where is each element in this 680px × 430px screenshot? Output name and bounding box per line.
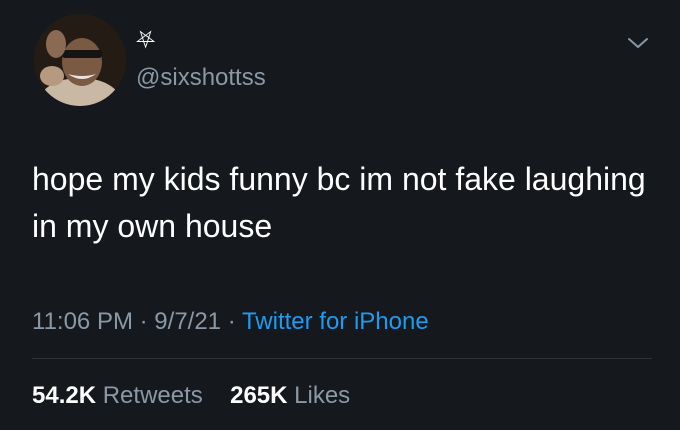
retweets-label: Retweets [102,382,203,409]
user-handle[interactable]: @sixshottss [136,64,266,92]
likes-stat[interactable]: 265K Likes [230,382,350,409]
retweets-stat[interactable]: 54.2K Retweets [32,382,209,409]
likes-label: Likes [294,382,351,409]
tweet-card: ⛧ @sixshottss hope my kids funny bc im n… [0,0,680,430]
chevron-down-icon[interactable] [626,34,650,52]
avatar[interactable] [34,14,126,106]
retweets-count: 54.2K [32,382,97,409]
tweet-time[interactable]: 11:06 PM [32,308,133,335]
tweet-source-link[interactable]: Twitter for iPhone [242,308,429,335]
tweet-date[interactable]: 9/7/21 [154,308,221,335]
divider [32,358,652,359]
tweet-text: hope my kids funny bc im not fake laughi… [32,161,646,244]
tweet-stats: 54.2K Retweets 265K Likes [32,382,350,410]
avatar-photo [34,14,126,106]
meta-separator: · [139,308,148,335]
display-name[interactable]: ⛧ [136,28,155,52]
tweet-meta: 11:06 PM · 9/7/21 · Twitter for iPhone [32,308,429,336]
meta-separator: · [227,308,236,335]
likes-count: 265K [230,382,288,409]
